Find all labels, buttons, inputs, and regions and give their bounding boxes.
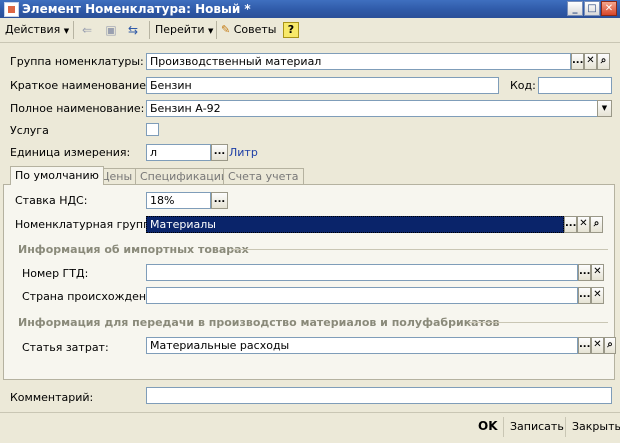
open-icon[interactable]: ⌕ [590,216,603,233]
group-label: Группа номенклатуры: [10,55,144,68]
vat-label: Ставка НДС: [15,194,88,207]
code-label: Код: [510,79,536,92]
comment-label: Комментарий: [10,391,94,404]
goto-menu-button[interactable]: Перейти ▼ [155,21,213,39]
vat-select-button[interactable]: ... [211,192,228,209]
cost-item-select-button[interactable]: ... [578,337,591,354]
tips-icon: ✎ [221,23,231,36]
gtd-field[interactable] [146,264,578,281]
refresh-icon[interactable]: ⇆ [125,22,141,38]
title-bar: Элемент Номенклатура: Новый * _ □ ✕ [0,0,620,18]
short-name-field[interactable]: Бензин [146,77,499,94]
open-icon[interactable]: ⌕ [604,337,616,354]
structure-icon[interactable]: ▣ [103,22,119,38]
clear-icon[interactable]: ✕ [591,287,604,304]
back-arrow-icon[interactable]: ⇐ [79,22,95,38]
cost-item-field[interactable]: Материальные расходы [146,337,578,354]
dropdown-arrow-icon: ▼ [63,27,70,35]
group-select-button[interactable]: ... [571,53,584,70]
comment-field[interactable] [146,387,612,404]
service-checkbox[interactable] [146,123,159,136]
section-divider [232,249,608,250]
close-window-button[interactable]: ✕ [601,1,617,16]
import-section-title: Информация об импортных товарах [18,243,249,256]
footer-separator [503,417,504,437]
open-icon[interactable]: ⌕ [597,53,610,70]
footer-divider [0,412,620,413]
tab-specifications[interactable]: Спецификации [135,168,233,184]
cost-item-label: Статья затрат: [22,341,109,354]
close-button[interactable]: Закрыть [572,418,620,435]
toolbar-separator [149,21,150,39]
production-section-title: Информация для передачи в производство м… [18,316,500,329]
tab-defaults[interactable]: По умолчанию [10,166,104,185]
actions-menu-label: Действия [5,23,61,36]
service-label: Услуга [10,124,49,137]
window-title: Элемент Номенклатура: Новый * [22,2,251,16]
minimize-button[interactable]: _ [567,1,583,16]
unit-label: Единица измерения: [10,146,131,159]
dropdown-arrow-icon: ▼ [208,27,214,35]
nom-group-select-button[interactable]: ... [564,216,577,233]
vat-field[interactable]: 18% [146,192,211,209]
clear-icon[interactable]: ✕ [591,337,604,354]
nom-group-label: Номенклатурная группа: [15,218,161,231]
goto-menu-label: Перейти [155,23,205,36]
tips-button[interactable]: ✎ Советы [221,21,276,39]
tips-label: Советы [233,23,277,36]
unit-link[interactable]: Литр [229,146,258,159]
group-field[interactable]: Производственный материал [146,53,571,70]
ok-button[interactable]: OK [478,418,498,435]
app-icon [4,2,19,17]
help-icon[interactable]: ? [283,22,299,38]
unit-field[interactable]: л [146,144,211,161]
clear-icon[interactable]: ✕ [584,53,597,70]
full-name-field[interactable]: Бензин А-92 [146,100,598,117]
country-select-button[interactable]: ... [578,287,591,304]
nom-group-field[interactable]: Материалы [146,216,564,233]
maximize-button[interactable]: □ [584,1,600,16]
unit-select-button[interactable]: ... [211,144,228,161]
save-button[interactable]: Записать [510,418,564,435]
code-field[interactable] [538,77,612,94]
toolbar-separator [216,21,217,39]
clear-icon[interactable]: ✕ [577,216,590,233]
footer-separator [565,417,566,437]
country-field[interactable] [146,287,578,304]
toolbar: Действия ▼ ⇐ ▣ ⇆ Перейти ▼ ✎ Советы ? [0,18,620,43]
dropdown-arrow-icon[interactable]: ▼ [597,100,612,117]
full-name-label: Полное наименование: [10,102,145,115]
short-name-label: Краткое наименование: [10,79,150,92]
gtd-select-button[interactable]: ... [578,264,591,281]
gtd-label: Номер ГТД: [22,267,89,280]
toolbar-separator [73,21,74,39]
country-label: Страна происхождения: [22,290,164,303]
tab-accounts[interactable]: Счета учета [223,168,304,184]
actions-menu-button[interactable]: Действия ▼ [5,21,69,39]
section-divider [468,322,608,323]
clear-icon[interactable]: ✕ [591,264,604,281]
